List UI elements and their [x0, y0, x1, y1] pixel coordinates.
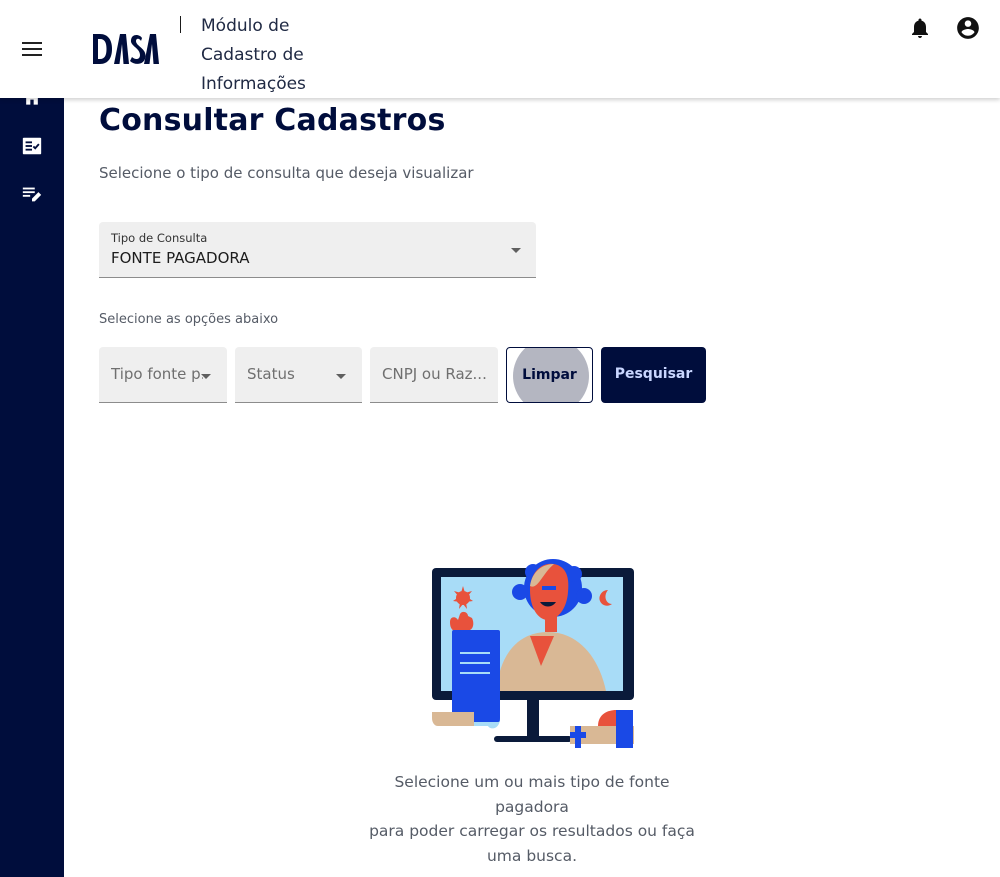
dasa-logo — [90, 30, 164, 68]
top-app-bar: Módulo de Cadastro de Informações — [0, 0, 1000, 98]
empty-state-line: Selecione um ou mais tipo de fonte pagad… — [394, 773, 670, 816]
clear-button[interactable]: Limpar — [506, 347, 593, 403]
dropdown-arrow-icon — [511, 248, 521, 253]
edit-list-icon[interactable] — [20, 182, 44, 206]
query-type-select[interactable]: Tipo de Consulta FONTE PAGADORA — [99, 222, 536, 278]
hamburger-menu-icon[interactable] — [20, 37, 44, 61]
module-title-line: Informações — [201, 74, 306, 94]
tipo-fonte-placeholder: Tipo fonte p... — [111, 365, 203, 383]
module-title: Módulo de Cadastro de Informações — [201, 12, 341, 99]
empty-state-illustration — [430, 544, 636, 750]
search-button[interactable]: Pesquisar — [601, 347, 706, 403]
account-circle-icon[interactable] — [955, 15, 981, 41]
page-title: Consultar Cadastros — [99, 103, 446, 138]
checklist-icon[interactable] — [20, 134, 44, 158]
dropdown-arrow-icon — [336, 374, 346, 379]
cnpj-razao-input[interactable]: CNPJ ou Raz... — [370, 347, 498, 403]
status-placeholder: Status — [247, 365, 295, 383]
empty-state-line: uma busca. — [486, 846, 578, 865]
status-select[interactable]: Status — [235, 347, 362, 403]
cnpj-placeholder: CNPJ ou Raz... — [382, 365, 487, 383]
module-title-line: Cadastro de — [201, 45, 304, 65]
logo-divider — [180, 16, 181, 33]
clear-button-label: Limpar — [522, 367, 577, 383]
search-button-label: Pesquisar — [614, 366, 693, 382]
tipo-fonte-select[interactable]: Tipo fonte p... — [99, 347, 227, 403]
options-label: Selecione as opções abaixo — [99, 312, 279, 327]
page-subtitle: Selecione o tipo de consulta que deseja … — [99, 164, 474, 182]
query-type-label: Tipo de Consulta — [111, 231, 208, 245]
module-title-line: Módulo de — [201, 16, 290, 36]
empty-state-message: Selecione um ou mais tipo de fonte pagad… — [362, 770, 702, 868]
sidebar — [0, 0, 64, 877]
notifications-bell-icon[interactable] — [908, 16, 932, 40]
empty-state-line: para poder carregar os resultados ou faç… — [369, 822, 695, 840]
dropdown-arrow-icon — [201, 374, 211, 379]
query-type-value: FONTE PAGADORA — [111, 249, 250, 267]
